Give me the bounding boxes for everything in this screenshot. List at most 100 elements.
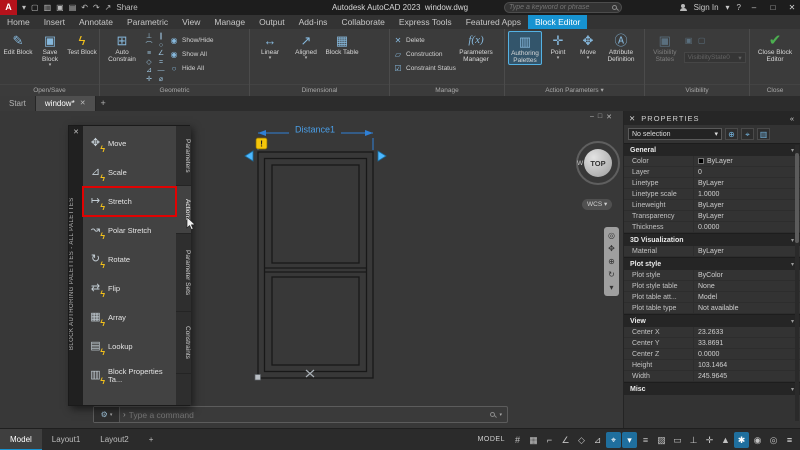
sign-in-button[interactable]: Sign In — [694, 3, 719, 12]
parameter-grip-left[interactable] — [244, 150, 254, 162]
show-all-button[interactable]: ◉ Show All — [169, 49, 213, 60]
tab-view[interactable]: View — [175, 15, 207, 29]
object-snap-icon[interactable]: ⌖ — [606, 431, 621, 448]
palette-item-polar-stretch[interactable]: ↝ ϟ Polar Stretch — [83, 216, 176, 245]
panel-label-action-parameters[interactable]: Action Parameters ▾ — [505, 84, 644, 96]
panel-label-close[interactable]: Close — [750, 84, 800, 96]
edit-block-button[interactable]: ✎ Edit Block — [3, 31, 33, 56]
palette-tab-parameter-sets[interactable]: Parameter Sets — [176, 234, 191, 312]
corner-grip[interactable] — [254, 374, 261, 381]
layout-tab-layout1[interactable]: Layout1 — [42, 429, 90, 450]
properties-pin-icon[interactable]: « — [790, 114, 795, 123]
scrollbar-thumb[interactable] — [795, 153, 799, 243]
tab-collaborate[interactable]: Collaborate — [334, 15, 391, 29]
selection-dropdown[interactable]: No selection ▾ — [628, 128, 722, 140]
wcs-menu[interactable]: WCS ▾ — [582, 199, 613, 210]
linear-dimension-button[interactable]: ↔ Linear ▾ — [253, 31, 287, 61]
customize-command-icon[interactable]: ⚙ — [101, 410, 108, 419]
smooth-constraint-icon[interactable]: ⊿ — [143, 67, 155, 76]
sign-in-caret-icon[interactable]: ▾ — [726, 3, 730, 12]
move-action-button[interactable]: ✥ Move ▾ — [574, 31, 602, 61]
palette-item-stretch[interactable]: ↦ ϟ Stretch — [82, 186, 177, 217]
search-icon[interactable] — [612, 5, 617, 10]
orbit-icon[interactable]: ↻ — [608, 268, 615, 281]
workspace-switching-icon[interactable]: ✱ — [734, 431, 749, 448]
minimize-button[interactable]: – — [748, 3, 760, 12]
perpendicular-constraint-icon[interactable]: ⊥ — [143, 33, 155, 42]
full-navigation-wheel-icon[interactable]: ◎ — [608, 229, 615, 242]
new-file-icon[interactable]: ▢ — [31, 3, 39, 12]
visibility-state-dropdown[interactable]: VisibilityState0 ▾ — [683, 52, 746, 63]
section-header-plot-style[interactable]: Plot style ▾ — [624, 257, 800, 270]
properties-close-icon[interactable]: ✕ — [629, 114, 636, 123]
print-icon[interactable]: ▤ — [69, 3, 77, 12]
make-invisible-icon[interactable]: ▢ — [697, 36, 707, 45]
annotation-visibility-icon[interactable]: ▲ — [718, 432, 733, 448]
point-parameter-button[interactable]: ✛ Point ▾ — [544, 31, 572, 61]
selection-cycling-icon[interactable]: ▭ — [670, 432, 685, 448]
save-block-button[interactable]: ▣ Save Block ▾ — [35, 31, 65, 68]
share-button[interactable]: Share — [116, 3, 137, 12]
isolate-objects-icon[interactable]: ◎ — [766, 432, 781, 448]
command-line[interactable]: ⚙ ▾ › ▾ — [93, 406, 508, 423]
viewcube-top-face[interactable]: TOP — [584, 149, 612, 177]
authoring-palettes-button[interactable]: ▥ Authoring Palettes — [508, 31, 542, 65]
snap-mode-icon[interactable]: ▦ — [526, 432, 541, 448]
open-file-icon[interactable]: ▥ — [44, 3, 52, 12]
horizontal-constraint-icon[interactable]: = — [155, 59, 167, 68]
model-space-label[interactable]: MODEL — [478, 436, 505, 443]
make-visible-icon[interactable]: ▣ — [684, 36, 694, 45]
section-header-3d-visualization[interactable]: 3D Visualization ▾ — [624, 233, 800, 246]
viewport-close-icon[interactable]: ✕ — [606, 113, 612, 121]
command-input[interactable] — [128, 409, 486, 420]
palette-title-bar[interactable]: ✕ BLOCK AUTHORING PALETTES - ALL PALETTE… — [69, 126, 83, 405]
navbar-more-icon[interactable]: ▾ — [609, 281, 613, 294]
parameters-manager-button[interactable]: f(x) Parameters Manager — [459, 31, 493, 63]
grid-icon[interactable]: # — [510, 432, 525, 448]
concentric-constraint-icon[interactable]: ○ — [155, 42, 167, 51]
file-tab-window[interactable]: window* ✕ — [35, 96, 96, 111]
equal-constraint-icon[interactable]: ≡ — [143, 50, 155, 59]
undo-icon[interactable]: ↶ — [81, 3, 88, 12]
pan-icon[interactable]: ✥ — [608, 242, 615, 255]
file-tab-close-icon[interactable]: ✕ — [80, 96, 86, 111]
constraint-warning-icon[interactable]: ! — [255, 137, 268, 150]
viewport-restore-icon[interactable]: □ — [598, 113, 602, 121]
panel-label-manage[interactable]: Manage — [390, 84, 504, 96]
tangent-constraint-icon[interactable]: ⌒ — [143, 42, 155, 51]
layout-tab-layout2[interactable]: Layout2 — [90, 429, 138, 450]
transparency-icon[interactable]: ▨ — [654, 432, 669, 448]
panel-label-geometric[interactable]: Geometric — [100, 84, 249, 96]
visibility-states-button[interactable]: ▣ Visibility States — [648, 31, 682, 63]
section-header-view[interactable]: View ▾ — [624, 314, 800, 327]
tab-home[interactable]: Home — [0, 15, 37, 29]
select-objects-icon[interactable]: ⌖ — [741, 128, 754, 140]
palette-item-flip[interactable]: ⇄ ϟ Flip — [83, 274, 176, 303]
properties-scrollbar[interactable] — [795, 145, 799, 421]
section-header-general[interactable]: General ▾ — [624, 143, 800, 156]
zoom-icon[interactable]: ⊕ — [608, 255, 615, 268]
construction-geometry-button[interactable]: ▱ Construction — [393, 49, 457, 60]
close-button[interactable]: ✕ — [786, 3, 798, 12]
block-table-button[interactable]: ▦ Block Table — [325, 31, 359, 56]
palette-tab-constraints[interactable]: Constraints — [176, 312, 191, 374]
tab-manage[interactable]: Manage — [207, 15, 252, 29]
tab-parametric[interactable]: Parametric — [120, 15, 175, 29]
help-icon[interactable]: ? — [737, 3, 741, 12]
symmetric-constraint-icon[interactable]: ◇ — [143, 59, 155, 68]
command-search-icon[interactable] — [490, 412, 496, 417]
annotation-monitor-icon[interactable]: ◉ — [750, 432, 765, 448]
palette-item-lookup[interactable]: ▤ ϟ Lookup — [83, 332, 176, 361]
ortho-icon[interactable]: ⌐ — [542, 432, 557, 448]
distance1-parameter[interactable] — [257, 132, 374, 150]
quick-select-icon[interactable]: ▥ — [757, 128, 770, 140]
palette-close-icon[interactable]: ✕ — [69, 128, 83, 136]
tab-add-ins[interactable]: Add-ins — [292, 15, 335, 29]
aligned-dimension-button[interactable]: ↗ Aligned ▾ — [289, 31, 323, 61]
diameter-constraint-icon[interactable]: ⌀ — [155, 76, 167, 85]
redo-icon[interactable]: ↷ — [93, 3, 100, 12]
customize-icon[interactable]: ≡ — [782, 432, 797, 448]
dynamic-input-icon[interactable]: ✛ — [702, 432, 717, 448]
object-snap-tracking-icon[interactable]: ⊿ — [590, 432, 605, 448]
toggle-pickadd-icon[interactable]: ⊕ — [725, 128, 738, 140]
